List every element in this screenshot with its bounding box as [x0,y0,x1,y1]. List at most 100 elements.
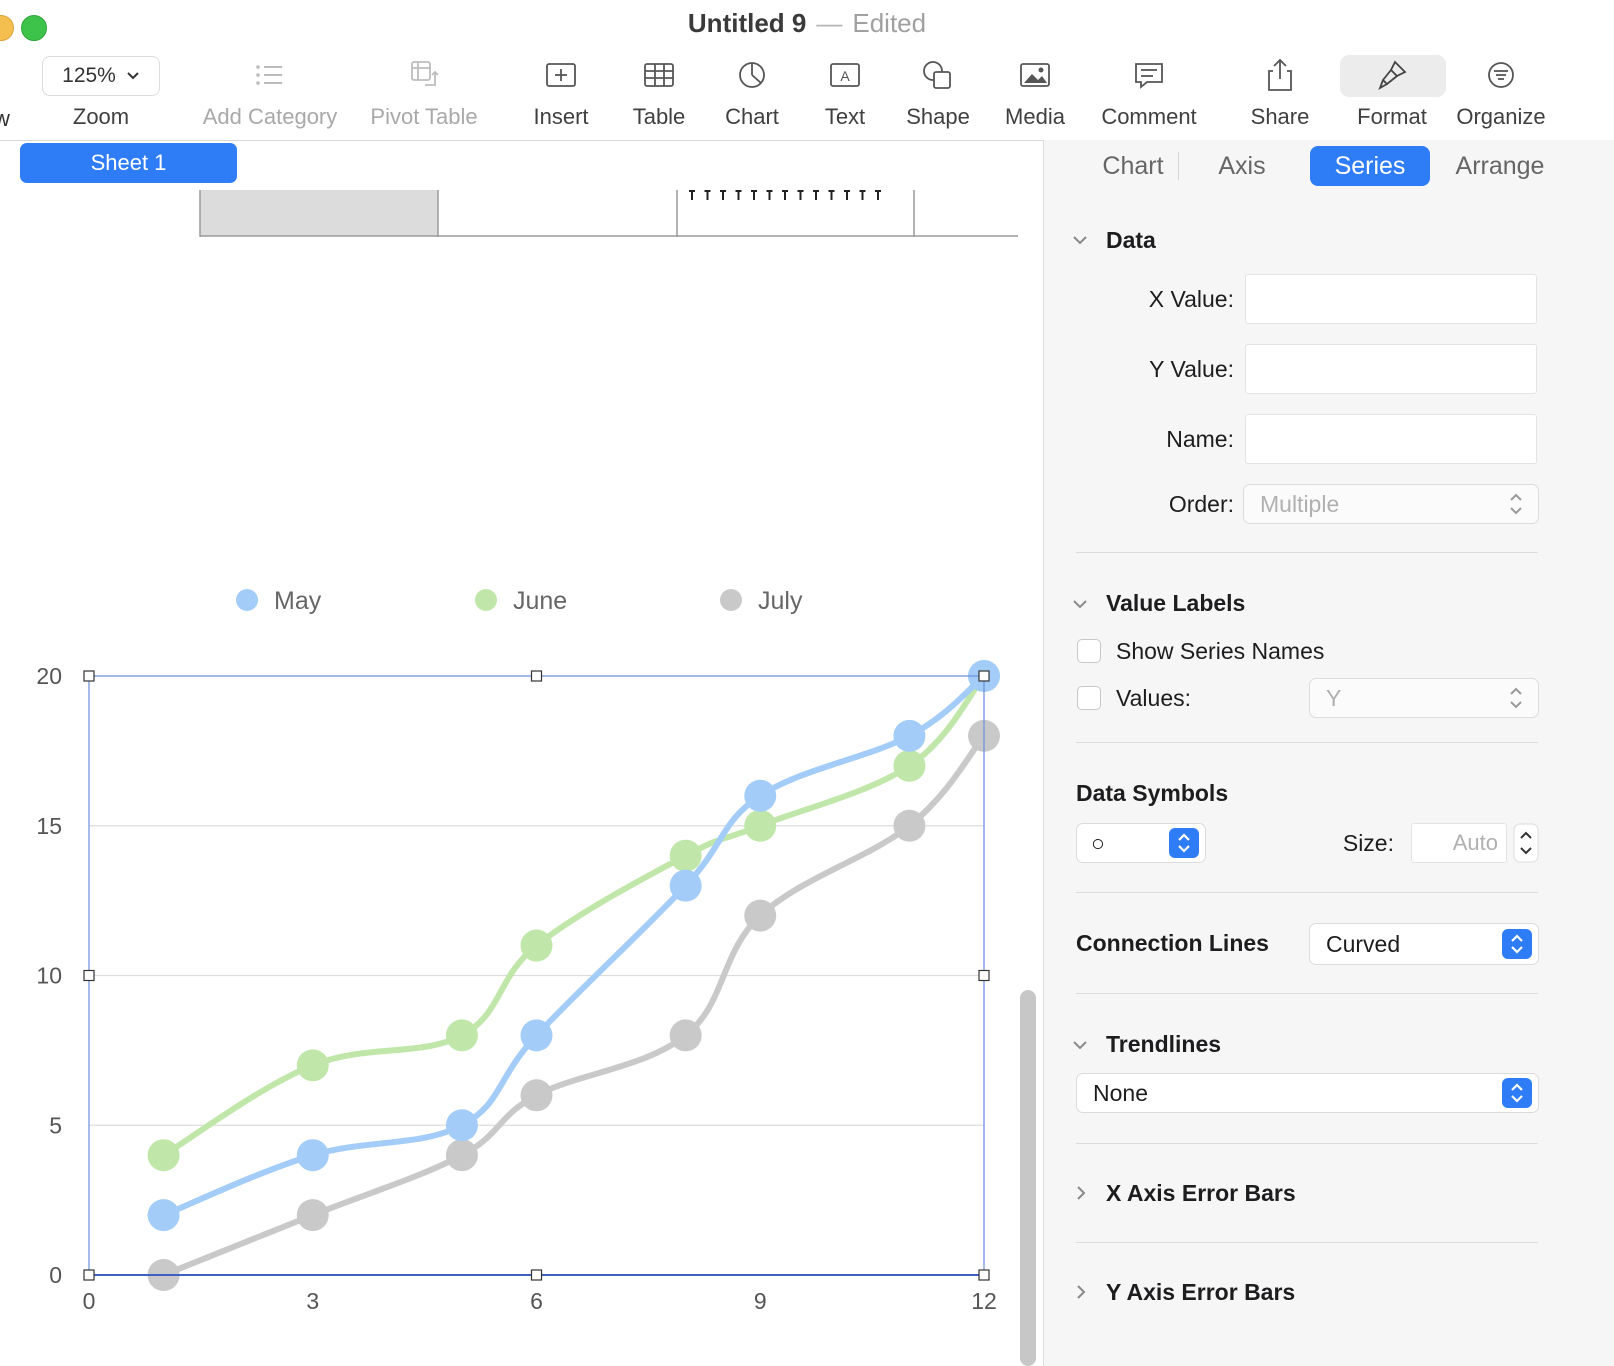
trendlines-popup[interactable]: None [1076,1073,1539,1113]
symbol-size-field[interactable]: Auto [1411,823,1507,863]
resize-handle[interactable] [83,670,95,682]
document-title: Untitled 9 [687,8,807,38]
tab-chart[interactable]: Chart [1074,146,1192,186]
table-cell-selected[interactable] [200,190,438,236]
series-line[interactable] [160,673,987,1219]
data-point[interactable] [520,929,553,962]
shape-icon [923,61,951,89]
data-point[interactable] [520,1079,553,1112]
series-may[interactable] [147,660,1000,1232]
legend-label[interactable]: May [274,587,322,615]
sheet-tab-active[interactable]: Sheet 1 [20,143,237,183]
section-divider [1076,892,1538,893]
data-point[interactable] [296,1139,329,1172]
size-stepper[interactable] [1513,823,1539,863]
series-line[interactable] [160,732,987,1278]
values-checkbox[interactable] [1077,686,1101,710]
chevron-down-icon[interactable] [1072,235,1088,247]
connection-lines-popup[interactable]: Curved [1309,923,1539,965]
data-point[interactable] [445,1139,478,1172]
pivot-table-icon [411,61,439,86]
organize-button[interactable]: Organize [1452,104,1550,130]
data-point[interactable] [520,1019,553,1052]
tab-series[interactable]: Series [1310,146,1430,186]
legend-label[interactable]: July [758,587,803,615]
canvas-drawing: May June July 0 5 10 15 20 0 3 6 9 12 [36,190,1018,1314]
data-point[interactable] [445,1109,478,1142]
data-point[interactable] [445,1019,478,1052]
y-tick-label: 5 [49,1112,62,1138]
value-labels-section-title[interactable]: Value Labels [1106,590,1245,617]
resize-handle[interactable] [83,1269,95,1281]
resize-handle[interactable] [978,969,990,982]
show-series-names-label[interactable]: Show Series Names [1116,638,1324,665]
y-axis-error-bars-title[interactable]: Y Axis Error Bars [1106,1279,1295,1306]
share-icon [1268,58,1292,91]
data-point[interactable] [744,779,777,812]
share-button[interactable]: Share [1246,104,1314,130]
insert-button[interactable]: Insert [528,104,594,130]
media-button[interactable]: Media [1000,104,1070,130]
data-point[interactable] [296,1049,329,1082]
data-point[interactable] [893,749,926,782]
chevron-right-icon[interactable] [1076,1185,1088,1201]
data-point[interactable] [147,1199,180,1232]
chart-button[interactable]: Chart [720,104,784,130]
zoom-dropdown[interactable]: 125% [42,56,160,96]
data-section-title[interactable]: Data [1106,227,1156,254]
add-category-button[interactable]: Add Category [200,104,340,130]
chevron-down-icon[interactable] [1072,599,1088,611]
symbol-popup[interactable]: ○ [1076,823,1206,863]
chevron-right-icon[interactable] [1076,1284,1088,1300]
data-point[interactable] [296,1199,329,1232]
data-point[interactable] [669,839,702,872]
data-point[interactable] [147,1139,180,1172]
size-label: Size: [1342,830,1394,856]
pivot-table-button[interactable]: Pivot Table [366,104,482,130]
table-button[interactable]: Table [627,104,691,130]
data-point[interactable] [669,1019,702,1052]
series-july[interactable] [147,719,1000,1291]
y-value-field[interactable] [1245,344,1537,394]
x-value-field[interactable] [1245,274,1537,324]
view-label-partial[interactable]: w [0,106,10,132]
resize-handle[interactable] [978,1269,990,1281]
series-june[interactable] [147,660,1000,1172]
tab-axis[interactable]: Axis [1192,146,1292,186]
values-popup[interactable]: Y [1309,678,1539,718]
x-axis-labels: 0 3 6 9 12 [83,1288,997,1314]
resize-handle[interactable] [530,670,543,682]
text-button[interactable]: Text [818,104,872,130]
order-value: Multiple [1260,490,1340,517]
tab-arrange[interactable]: Arrange [1444,146,1556,186]
values-label[interactable]: Values: [1116,685,1191,712]
resize-handle[interactable] [530,1269,543,1281]
chevron-down-icon[interactable] [1072,1040,1088,1052]
data-point[interactable] [744,899,777,932]
updown-chevron-icon [1502,1078,1532,1108]
section-divider [1076,1242,1538,1243]
resize-handle[interactable] [83,969,95,982]
comment-button[interactable]: Comment [1096,104,1202,130]
vertical-scrollbar[interactable] [1020,990,1036,1366]
chart-legend[interactable]: May June July [236,587,803,615]
sheet-canvas[interactable]: May June July 0 5 10 15 20 0 3 6 9 12 [0,190,1018,1366]
shape-button[interactable]: Shape [902,104,974,130]
order-popup[interactable]: Multiple [1243,484,1539,524]
data-point[interactable] [893,719,926,752]
name-field[interactable] [1245,414,1537,464]
data-point[interactable] [669,869,702,902]
section-divider [1076,993,1538,994]
data-point[interactable] [744,809,777,842]
resize-handle[interactable] [978,670,990,682]
legend-label[interactable]: June [513,587,567,615]
comment-icon [1135,63,1163,89]
x-tick-label: 0 [83,1288,96,1314]
trendlines-section-title[interactable]: Trendlines [1106,1031,1221,1058]
chevron-down-icon [127,72,139,80]
table-partial[interactable] [199,190,1018,237]
data-point[interactable] [893,809,926,842]
x-axis-error-bars-title[interactable]: X Axis Error Bars [1106,1180,1296,1207]
format-button[interactable]: Format [1350,104,1434,130]
show-series-names-checkbox[interactable] [1077,639,1101,663]
